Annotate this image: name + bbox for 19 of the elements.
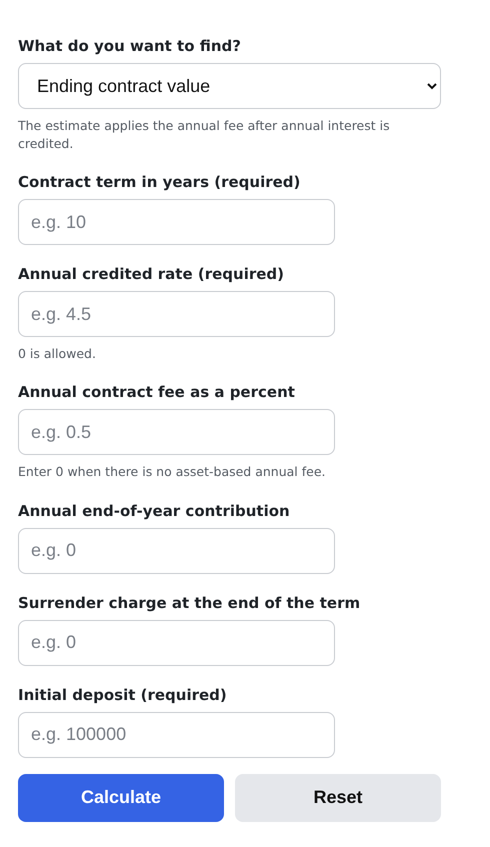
reset-button[interactable]: Reset: [235, 774, 441, 822]
goal-dropdown[interactable]: Ending contract value: [18, 63, 441, 109]
input-field[interactable]: e.g. 10: [18, 199, 335, 246]
input-field[interactable]: e.g. 0.5: [18, 409, 335, 456]
help-text: Enter 0 when there is no asset-based annual fee.: [18, 463, 327, 482]
field-label: Annual end-of-year contribution: [18, 502, 291, 520]
field-label: Initial deposit (required): [18, 686, 228, 704]
calculate-button[interactable]: Calculate: [18, 774, 224, 822]
field-label: Surrender charge at the end of the term: [18, 594, 362, 612]
input-field[interactable]: e.g. 100000: [18, 712, 335, 758]
field-label: Contract term in years (required): [18, 173, 302, 192]
help-text: The estimate applies the annual fee after annual interest is credited.: [18, 117, 391, 154]
help-text: 0 is allowed.: [18, 345, 97, 364]
field-label: Annual credited rate (required): [18, 265, 286, 284]
field-label: Annual contract fee as a percent: [18, 383, 296, 402]
input-field[interactable]: e.g. 4.5: [18, 291, 335, 338]
input-field[interactable]: e.g. 0: [18, 620, 335, 666]
field-label: What do you want to find?: [18, 37, 242, 55]
input-field[interactable]: e.g. 0: [18, 528, 335, 574]
